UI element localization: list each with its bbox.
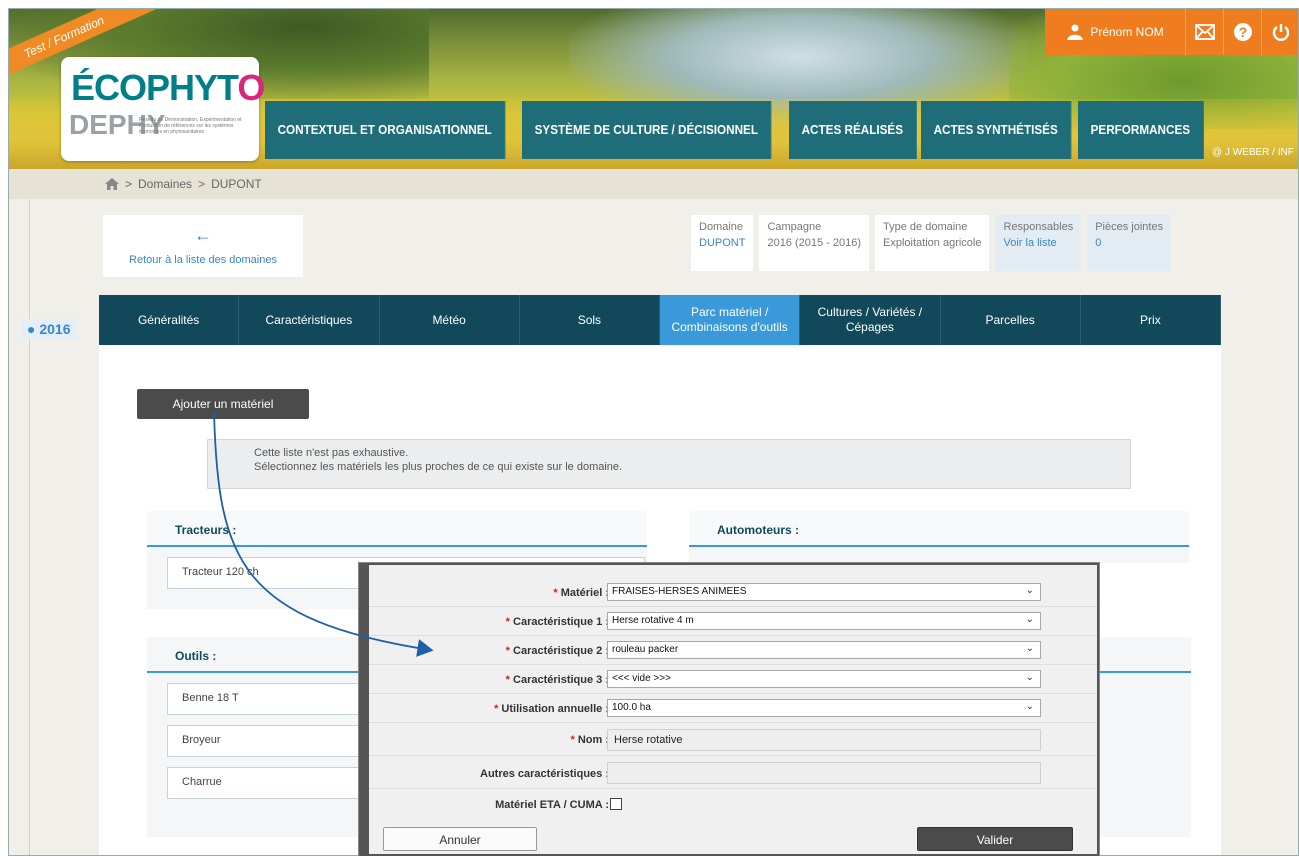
arrow-left-icon: ← <box>194 225 212 245</box>
mail-button[interactable] <box>1185 9 1223 55</box>
breadcrumb-domaines[interactable]: Domaines <box>138 177 192 191</box>
home-icon[interactable] <box>105 178 119 190</box>
user-menu[interactable]: Prénom NOM <box>1045 9 1185 55</box>
breadcrumb-current: DUPONT <box>211 177 262 191</box>
main-nav: CONTEXTUEL ET ORGANISATIONNEL SYSTÈME DE… <box>265 101 1217 159</box>
chevron-down-icon: ⌄ <box>1025 672 1034 683</box>
domain-info: Domaine DUPONT Campagne 2016 (2015 - 201… <box>691 215 1172 271</box>
tab-cultures[interactable]: Cultures / Variétés / Cépages <box>800 295 941 345</box>
add-materiel-button[interactable]: Ajouter un matériel <box>137 389 309 419</box>
power-icon <box>1272 24 1289 41</box>
user-icon <box>1067 24 1084 40</box>
row-nom: * Nom : Herse rotative <box>369 724 1097 756</box>
header-banner: Test / Formation ÉCOPHYTO DEPHY Réseau d… <box>9 9 1298 169</box>
cancel-button[interactable]: Annuler <box>383 827 537 851</box>
logo-tagline: Réseau de Démonstration, Expérimentation… <box>139 117 242 135</box>
info-campagne-value: 2016 (2015 - 2016) <box>767 237 862 249</box>
row-autres: Autres caractéristiques : <box>369 757 1097 789</box>
info-domaine: Domaine DUPONT <box>691 215 754 271</box>
automoteurs-section: Automoteurs : <box>689 511 1189 563</box>
list-item-outil[interactable]: Broyeur <box>167 725 377 757</box>
caracteristique-1-select[interactable]: Herse rotative 4 m ⌄ <box>607 612 1041 630</box>
add-materiel-dialog: * Matériel : FRAISES-HERSES ANIMEES ⌄ * C… <box>359 563 1099 856</box>
info-type-value: Exploitation agricole <box>883 237 982 249</box>
user-bar: Prénom NOM ? <box>1045 9 1298 55</box>
chevron-down-icon: ⌄ <box>1025 643 1034 654</box>
breadcrumb: > Domaines > DUPONT <box>105 177 262 191</box>
ecophyto-logo[interactable]: ÉCOPHYTO DEPHY Réseau de Démonstration, … <box>61 57 265 161</box>
info-pieces-jointes: Pièces jointes 0 <box>1087 215 1172 271</box>
list-item-outil[interactable]: Charrue <box>167 767 377 799</box>
eta-cuma-checkbox[interactable] <box>610 798 622 810</box>
tab-parc-materiel[interactable]: Parc matériel / Combinaisons d'outils <box>660 295 801 353</box>
tab-sols[interactable]: Sols <box>520 295 660 345</box>
pieces-jointes-link[interactable]: 0 <box>1095 237 1163 249</box>
nav-systeme-culture[interactable]: SYSTÈME DE CULTURE / DÉCISIONNEL <box>521 101 772 159</box>
caracteristique-3-select[interactable]: <<< vide >>> ⌄ <box>607 670 1041 688</box>
tab-generalites[interactable]: Généralités <box>99 295 240 345</box>
nav-actes-synthetises[interactable]: ACTES SYNTHÉTISÉS <box>920 101 1072 159</box>
info-campagne: Campagne 2016 (2015 - 2016) <box>759 215 870 271</box>
back-to-list-button[interactable]: ← Retour à la liste des domaines <box>103 215 303 277</box>
chevron-down-icon: ⌄ <box>1025 585 1034 596</box>
logo-text-ecophyto: ÉCOPHYT <box>71 67 238 108</box>
nom-input[interactable]: Herse rotative <box>607 729 1041 751</box>
info-domaine-value: DUPONT <box>699 237 746 249</box>
materiel-select[interactable]: FRAISES-HERSES ANIMEES ⌄ <box>607 583 1041 601</box>
help-icon: ? <box>1233 23 1252 41</box>
automoteurs-title: Automoteurs : <box>689 511 1189 547</box>
user-name: Prénom NOM <box>1090 25 1164 39</box>
domain-tabs: Généralités Caractéristiques Météo Sols … <box>99 295 1221 353</box>
row-materiel: * Matériel : FRAISES-HERSES ANIMEES ⌄ <box>369 579 1097 607</box>
info-type-domaine: Type de domaine Exploitation agricole <box>875 215 990 271</box>
autres-caracteristiques-input[interactable] <box>607 762 1041 784</box>
row-eta-cuma: Matériel ETA / CUMA : <box>369 789 1097 819</box>
svg-text:?: ? <box>1238 24 1247 40</box>
tab-parcelles[interactable]: Parcelles <box>941 295 1081 345</box>
row-caracteristique-3: * Caractéristique 3 : <<< vide >>> ⌄ <box>369 666 1097 694</box>
logout-button[interactable] <box>1261 9 1298 55</box>
timeline-line <box>29 199 30 855</box>
list-item-outil[interactable]: Benne 18 T <box>167 683 377 715</box>
tab-meteo[interactable]: Météo <box>380 295 520 345</box>
chevron-down-icon: ⌄ <box>1025 701 1034 712</box>
nav-actes-realises[interactable]: ACTES RÉALISÉS <box>789 101 917 159</box>
utilisation-select[interactable]: 100.0 ha ⌄ <box>607 699 1041 717</box>
validate-button[interactable]: Valider <box>917 827 1073 851</box>
tab-caracteristiques[interactable]: Caractéristiques <box>239 295 380 345</box>
help-button[interactable]: ? <box>1223 9 1261 55</box>
nav-performances[interactable]: PERFORMANCES <box>1077 101 1204 159</box>
tracteurs-title: Tracteurs : <box>147 511 647 547</box>
tab-prix[interactable]: Prix <box>1081 295 1221 345</box>
responsables-link[interactable]: Voir la liste <box>1003 237 1073 249</box>
chevron-down-icon: ⌄ <box>1025 614 1034 625</box>
breadcrumb-bar: > Domaines > DUPONT <box>9 169 1298 199</box>
row-caracteristique-1: * Caractéristique 1 : Herse rotative 4 m… <box>369 608 1097 636</box>
photo-credit: @ J WEBER / INF <box>1212 147 1294 158</box>
caracteristique-2-select[interactable]: rouleau packer ⌄ <box>607 641 1041 659</box>
info-responsables: Responsables Voir la liste <box>995 215 1082 271</box>
nav-contextuel[interactable]: CONTEXTUEL ET ORGANISATIONNEL <box>265 101 506 159</box>
back-label: Retour à la liste des domaines <box>129 254 277 266</box>
row-utilisation: * Utilisation annuelle : 100.0 ha ⌄ <box>369 695 1097 723</box>
info-note: Cette liste n'est pas exhaustive. Sélect… <box>207 439 1131 489</box>
year-selector[interactable]: ● 2016 <box>21 319 77 339</box>
mail-icon <box>1194 24 1215 40</box>
row-caracteristique-2: * Caractéristique 2 : rouleau packer ⌄ <box>369 637 1097 665</box>
